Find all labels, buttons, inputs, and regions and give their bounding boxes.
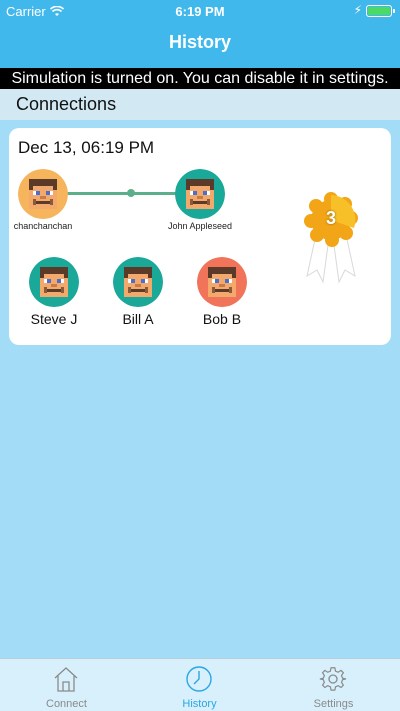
avatar-to-name: John Appleseed — [167, 221, 233, 231]
tab-settings[interactable]: Settings — [267, 659, 400, 711]
tab-connect-label: Connect — [46, 698, 87, 710]
person-name: Bill A — [122, 311, 154, 327]
avatar-face-icon — [197, 257, 247, 307]
section-header: Connections — [0, 89, 400, 120]
tab-history-label: History — [182, 698, 217, 710]
tab-history[interactable]: History — [133, 659, 266, 711]
avatar-person[interactable] — [113, 257, 163, 307]
tab-connect[interactable]: Connect — [0, 659, 133, 711]
avatar-from[interactable] — [18, 169, 68, 219]
avatar-face-icon — [113, 257, 163, 307]
avatar-face-icon — [29, 257, 79, 307]
status-bar: Carrier 6:19 PM ⚡ — [0, 0, 400, 22]
page-title: History — [168, 32, 231, 52]
connection-date: Dec 13, 06:19 PM — [18, 138, 155, 157]
header: Carrier 6:19 PM ⚡ History — [0, 0, 400, 68]
status-time: 6:19 PM — [175, 4, 225, 19]
ribbon-badge-icon: 3 — [299, 190, 363, 286]
tab-settings-label: Settings — [313, 698, 354, 710]
connection-dot — [127, 189, 135, 197]
charging-icon: ⚡ — [353, 3, 362, 17]
simulation-banner: Simulation is turned on. You can disable… — [0, 68, 400, 89]
gear-icon — [319, 667, 347, 691]
avatar-face-icon — [175, 169, 225, 219]
home-icon — [54, 667, 78, 692]
person-name: Bob B — [202, 311, 242, 327]
person-name: Steve J — [30, 311, 78, 327]
avatar-from-name: chanchanchan — [13, 221, 73, 231]
connection-card[interactable]: Dec 13, 06:19 PM chanchanchan John Apple… — [9, 128, 391, 345]
avatar-person[interactable] — [29, 257, 79, 307]
avatar-face-icon — [18, 169, 68, 219]
badge-count: 3 — [325, 208, 336, 228]
tab-bar: Connect History Settings — [0, 658, 400, 711]
connection-line — [66, 192, 178, 195]
avatar-to[interactable] — [175, 169, 225, 219]
battery-icon — [366, 5, 395, 17]
clock-icon — [186, 666, 212, 692]
avatar-person[interactable] — [197, 257, 247, 307]
